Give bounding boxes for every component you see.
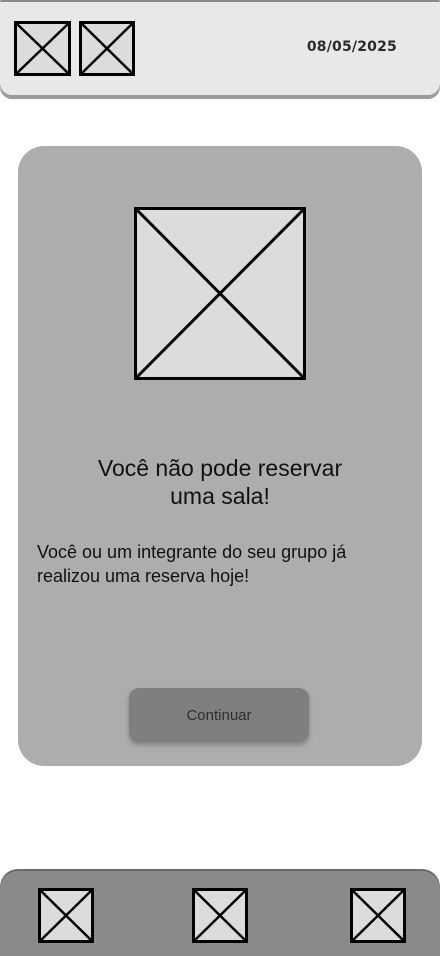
dialog-image-placeholder-icon: [134, 207, 306, 380]
header-image-placeholder-icon-1[interactable]: [14, 21, 71, 76]
dialog-title-line-2: uma sala!: [170, 483, 270, 509]
dialog-message: Você ou um integrante do seu grupo já re…: [37, 542, 347, 586]
header-border: [0, 0, 440, 2]
header-image-placeholder-icon-2[interactable]: [79, 21, 135, 76]
continue-button[interactable]: Continuar: [129, 688, 309, 742]
bottom-navigation-bar: [0, 871, 440, 956]
nav-item-3-image-placeholder-icon[interactable]: [350, 888, 406, 943]
top-header: 08/05/2025: [0, 0, 440, 97]
reservation-blocked-dialog: Você não pode reservar uma sala! Você ou…: [18, 146, 422, 766]
dialog-title-line-1: Você não pode reservar: [97, 455, 343, 481]
nav-item-1-image-placeholder-icon[interactable]: [38, 888, 94, 943]
nav-item-2-image-placeholder-icon[interactable]: [192, 888, 248, 943]
dialog-title: Você não pode reservar uma sala!: [18, 454, 422, 510]
current-date: 08/05/2025: [306, 39, 397, 55]
